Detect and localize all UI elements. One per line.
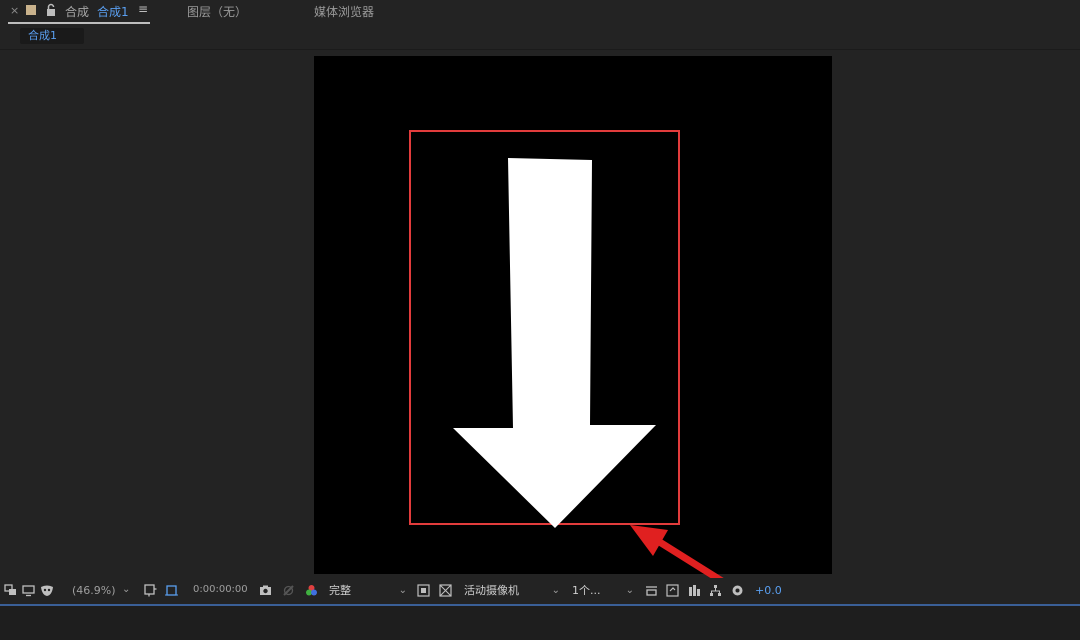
views-dropdown[interactable]: 1个... ⌄ — [572, 582, 636, 600]
transparency-grid-icon[interactable] — [439, 584, 452, 597]
reset-exposure-icon[interactable] — [731, 584, 744, 597]
views-value: 1个... — [572, 584, 601, 597]
grid-guide-icon[interactable] — [144, 584, 157, 597]
viewer-overlay — [453, 158, 823, 640]
chevron-down-icon: ⌄ — [625, 585, 634, 596]
viewer-toolbar: (46.9%) ⌄ 0:00:00:00 完整 ⌄ 活动摄像机 ⌄ 1个... … — [0, 578, 1080, 604]
chevron-down-icon: ⌄ — [398, 585, 407, 596]
chevron-down-icon: ⌄ — [551, 585, 560, 596]
timeline-icon[interactable] — [666, 584, 679, 597]
comp-flowchart-icon[interactable] — [688, 584, 701, 597]
camera-dropdown[interactable]: 活动摄像机 ⌄ — [464, 582, 562, 600]
timecode[interactable]: 0:00:00:00 — [193, 584, 248, 595]
show-snapshot-icon[interactable] — [282, 584, 295, 597]
zoom-dropdown-icon[interactable]: ⌄ — [122, 584, 130, 595]
always-preview-icon[interactable] — [4, 584, 17, 597]
fast-preview-icon[interactable] — [417, 584, 430, 597]
monitor-icon[interactable] — [22, 584, 35, 597]
color-channels-icon[interactable] — [305, 584, 318, 597]
zoom-level[interactable]: (46.9%) — [72, 584, 116, 597]
resolution-value: 完整 — [329, 584, 351, 597]
exposure-value[interactable]: +0.0 — [755, 584, 782, 597]
camera-snapshot-icon[interactable] — [259, 584, 272, 597]
down-arrow-shape[interactable] — [453, 158, 656, 528]
toggle-pixel-aspect-icon[interactable] — [645, 584, 658, 597]
timeline-panel — [0, 606, 1080, 640]
camera-value: 活动摄像机 — [464, 584, 519, 597]
region-of-interest-icon[interactable] — [165, 584, 178, 597]
flowchart-icon[interactable] — [709, 584, 722, 597]
mask-visibility-icon[interactable] — [40, 584, 66, 597]
resolution-dropdown[interactable]: 完整 ⌄ — [329, 582, 409, 600]
